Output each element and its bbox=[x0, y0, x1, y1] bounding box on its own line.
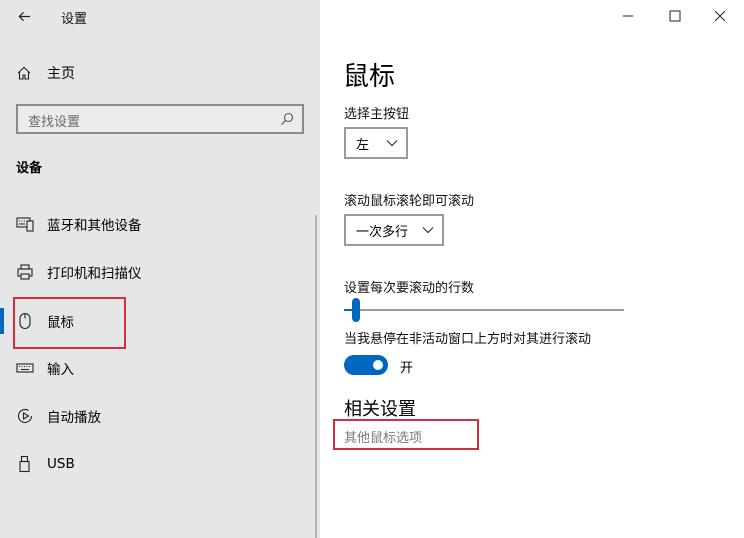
dropdown-value: 左 bbox=[356, 137, 370, 153]
sidebar-item-printers[interactable]: 打印机和扫描仪 bbox=[0, 254, 300, 290]
keyboard-icon bbox=[16, 359, 34, 377]
close-button[interactable] bbox=[696, 0, 744, 32]
toggle-state-label: 开 bbox=[400, 361, 414, 376]
wheel-scroll-dropdown[interactable]: 一次多行 bbox=[344, 214, 444, 246]
home-icon bbox=[17, 66, 31, 80]
close-icon bbox=[714, 10, 726, 22]
chevron-down-icon bbox=[422, 227, 434, 234]
toggle-knob bbox=[373, 360, 383, 370]
sidebar: 设置 主页 查找设置 设备 蓝牙和其他设备 打印机和扫描仪 鼠标 输入 自动播放… bbox=[0, 0, 320, 538]
sidebar-item-label: 打印机和扫描仪 bbox=[47, 266, 142, 282]
search-icon bbox=[281, 112, 294, 125]
sidebar-item-label: USB bbox=[47, 456, 75, 472]
maximize-button[interactable] bbox=[651, 0, 699, 32]
page-title: 鼠标 bbox=[343, 62, 396, 92]
autoplay-icon bbox=[16, 407, 34, 425]
window-title: 设置 bbox=[61, 12, 88, 27]
wheel-scroll-label: 滚动鼠标滚轮即可滚动 bbox=[344, 194, 475, 209]
minimize-icon bbox=[623, 15, 633, 17]
highlight-box-link bbox=[333, 419, 479, 450]
inactive-scroll-toggle[interactable] bbox=[344, 355, 388, 375]
sidebar-item-typing[interactable]: 输入 bbox=[0, 350, 300, 386]
lines-to-scroll-label: 设置每次要滚动的行数 bbox=[344, 281, 475, 296]
sidebar-item-label: 自动播放 bbox=[47, 410, 101, 426]
sidebar-item-bluetooth[interactable]: 蓝牙和其他设备 bbox=[0, 206, 300, 242]
sidebar-scrollbar[interactable] bbox=[315, 215, 317, 538]
highlight-box-mouse bbox=[13, 297, 126, 349]
usb-icon bbox=[16, 455, 34, 473]
dropdown-value: 一次多行 bbox=[356, 224, 409, 240]
section-title: 设备 bbox=[16, 161, 43, 176]
related-settings-title: 相关设置 bbox=[344, 399, 416, 420]
bluetooth-devices-icon bbox=[16, 215, 34, 233]
slider-thumb[interactable] bbox=[352, 298, 360, 322]
inactive-scroll-label: 当我悬停在非活动窗口上方时对其进行滚动 bbox=[344, 332, 592, 347]
back-arrow-icon[interactable] bbox=[12, 5, 36, 27]
sidebar-item-usb[interactable]: USB bbox=[0, 446, 300, 482]
search-input[interactable]: 查找设置 bbox=[16, 104, 304, 134]
chevron-down-icon bbox=[386, 140, 398, 147]
maximize-icon bbox=[669, 10, 681, 22]
sidebar-item-autoplay[interactable]: 自动播放 bbox=[0, 398, 300, 434]
primary-button-dropdown[interactable]: 左 bbox=[344, 127, 408, 159]
sidebar-item-home[interactable]: 主页 bbox=[16, 62, 75, 84]
search-placeholder: 查找设置 bbox=[28, 115, 81, 130]
sidebar-item-label: 蓝牙和其他设备 bbox=[47, 218, 142, 234]
sidebar-item-label: 主页 bbox=[47, 66, 75, 82]
printer-icon bbox=[16, 263, 34, 281]
primary-button-label: 选择主按钮 bbox=[344, 107, 410, 122]
lines-to-scroll-slider[interactable] bbox=[344, 298, 624, 322]
sidebar-item-label: 输入 bbox=[47, 362, 74, 378]
minimize-button[interactable] bbox=[604, 0, 652, 32]
